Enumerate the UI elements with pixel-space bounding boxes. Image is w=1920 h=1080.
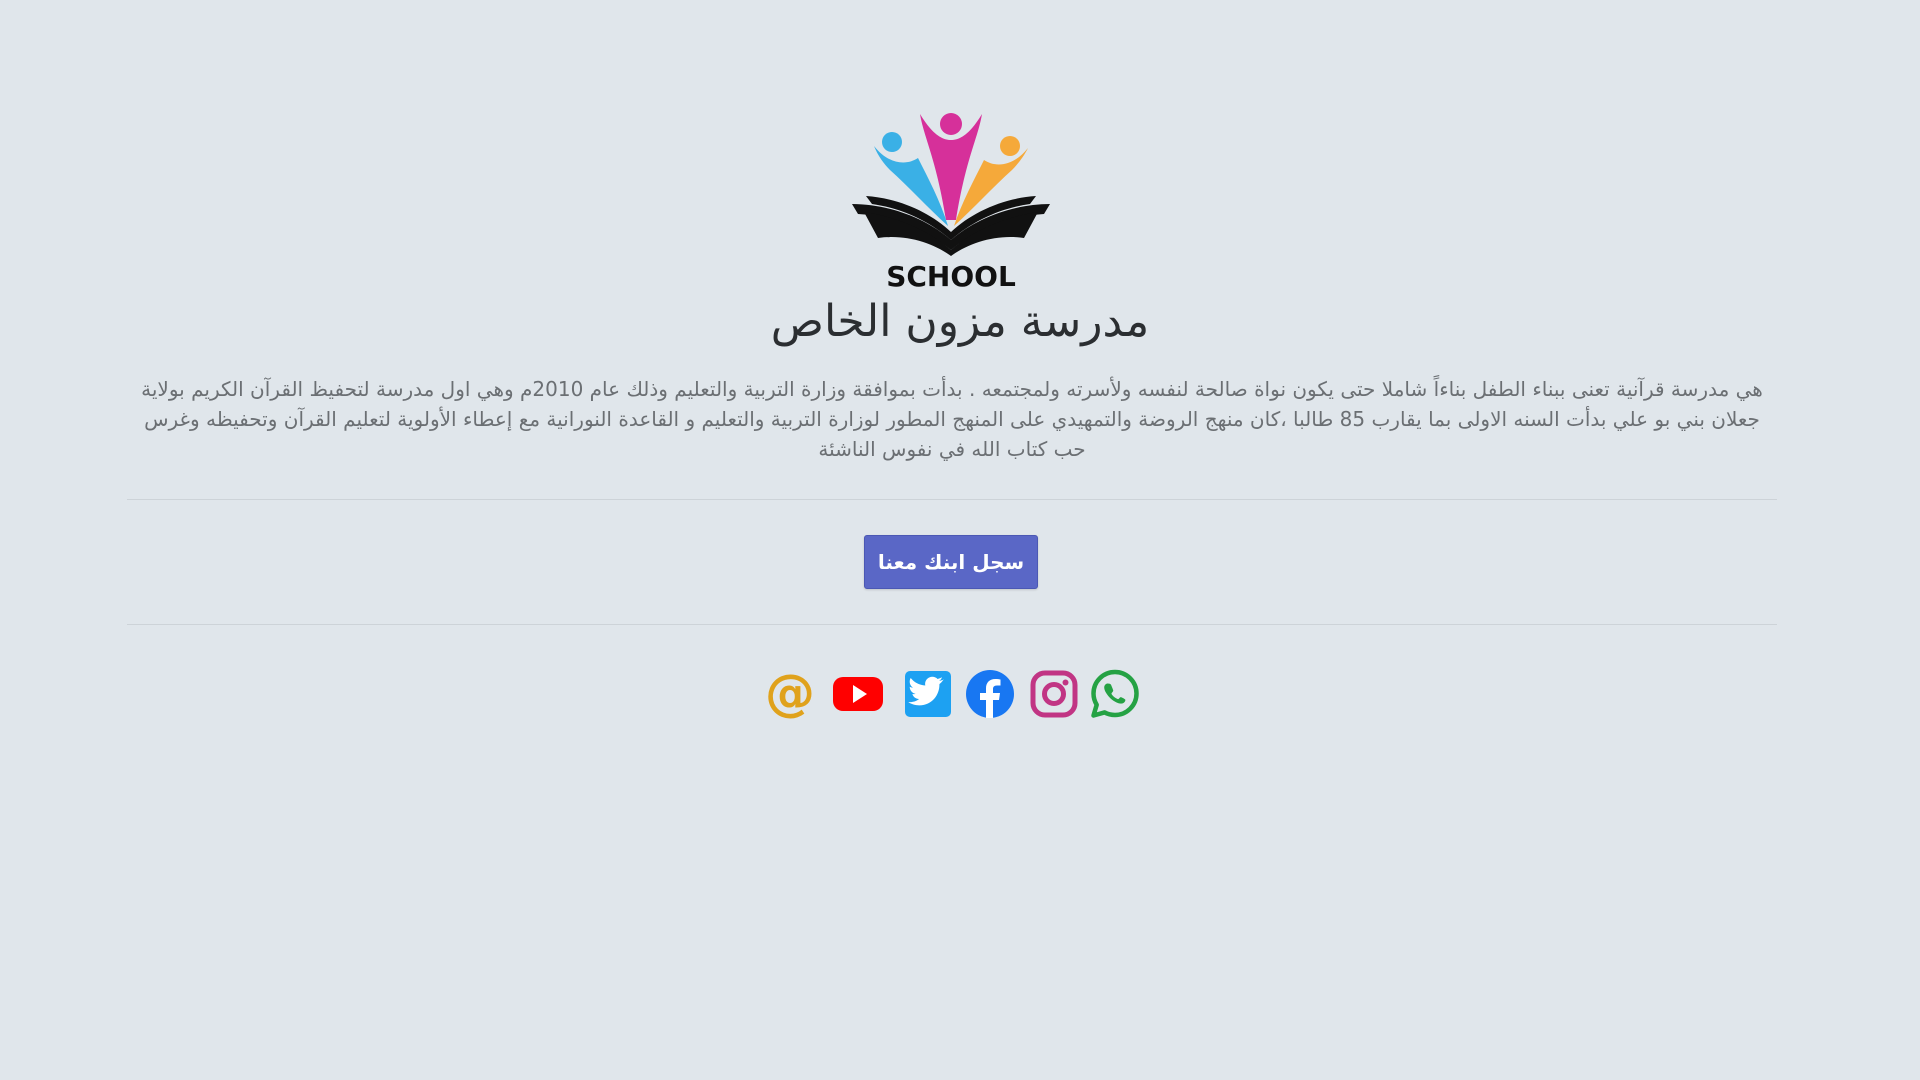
instagram-icon[interactable] — [1028, 668, 1080, 720]
landing-page: SCHOOL مدرسة مزون الخاص هي مدرسة قرآنية … — [0, 0, 1920, 1080]
page-title: مدرسة مزون الخاص — [770, 296, 1150, 347]
divider — [127, 624, 1777, 625]
whatsapp-icon[interactable] — [1089, 668, 1141, 720]
social-links: @ — [0, 668, 1920, 720]
school-description: هي مدرسة قرآنية تعنى ببناء الطفل بناءاً … — [141, 377, 1763, 461]
school-logo: SCHOOL — [852, 113, 1050, 292]
email-icon[interactable]: @ — [764, 668, 816, 720]
logo-text: SCHOOL — [886, 260, 1016, 292]
svg-text:@: @ — [765, 668, 815, 720]
youtube-icon[interactable] — [832, 668, 884, 720]
facebook-icon[interactable] — [964, 668, 1016, 720]
twitter-icon[interactable] — [902, 668, 954, 720]
divider — [127, 499, 1777, 500]
register-child-button[interactable]: سجل ابنك معنا — [864, 535, 1038, 589]
